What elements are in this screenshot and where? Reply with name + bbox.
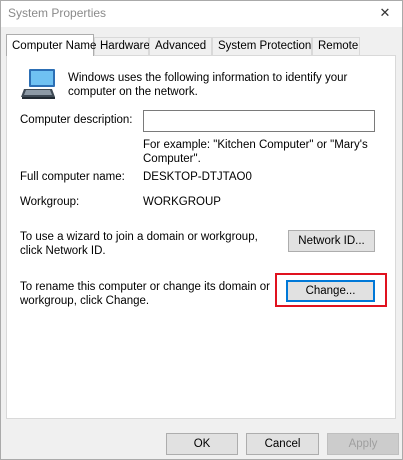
intro-text: Windows uses the following information t… bbox=[68, 72, 348, 98]
change-button-highlight bbox=[275, 273, 387, 307]
tab-remote[interactable]: Remote bbox=[312, 37, 360, 55]
title-bar[interactable]: System Properties ✕ bbox=[1, 1, 402, 27]
ok-button[interactable]: OK bbox=[166, 433, 238, 455]
tab-system-protection[interactable]: System Protection bbox=[212, 37, 312, 55]
tab-hardware[interactable]: Hardware bbox=[94, 37, 150, 55]
close-button[interactable]: ✕ bbox=[368, 1, 402, 27]
network-id-description: To use a wizard to join a domain or work… bbox=[20, 231, 258, 257]
workgroup-value: WORKGROUP bbox=[143, 196, 221, 208]
cancel-button[interactable]: Cancel bbox=[246, 433, 319, 455]
full-computer-name-label: Full computer name: bbox=[20, 171, 125, 183]
tab-advanced[interactable]: Advanced bbox=[149, 37, 212, 55]
computer-icon bbox=[21, 69, 55, 99]
tab-computer-name[interactable]: Computer Name bbox=[6, 34, 96, 56]
close-icon: ✕ bbox=[379, 5, 391, 20]
computer-description-input[interactable] bbox=[143, 110, 375, 132]
network-id-button[interactable]: Network ID... bbox=[288, 230, 375, 252]
window-title: System Properties bbox=[8, 6, 107, 20]
computer-description-label: Computer description: bbox=[20, 114, 133, 126]
apply-button[interactable]: Apply bbox=[327, 433, 399, 455]
computer-description-hint: For example: "Kitchen Computer" or "Mary… bbox=[143, 139, 368, 165]
change-description: To rename this computer or change its do… bbox=[20, 281, 270, 307]
system-properties-window: System Properties ✕ Computer Name Hardwa… bbox=[0, 0, 403, 460]
workgroup-label: Workgroup: bbox=[20, 196, 80, 208]
full-computer-name-value: DESKTOP-DTJTAO0 bbox=[143, 171, 252, 183]
